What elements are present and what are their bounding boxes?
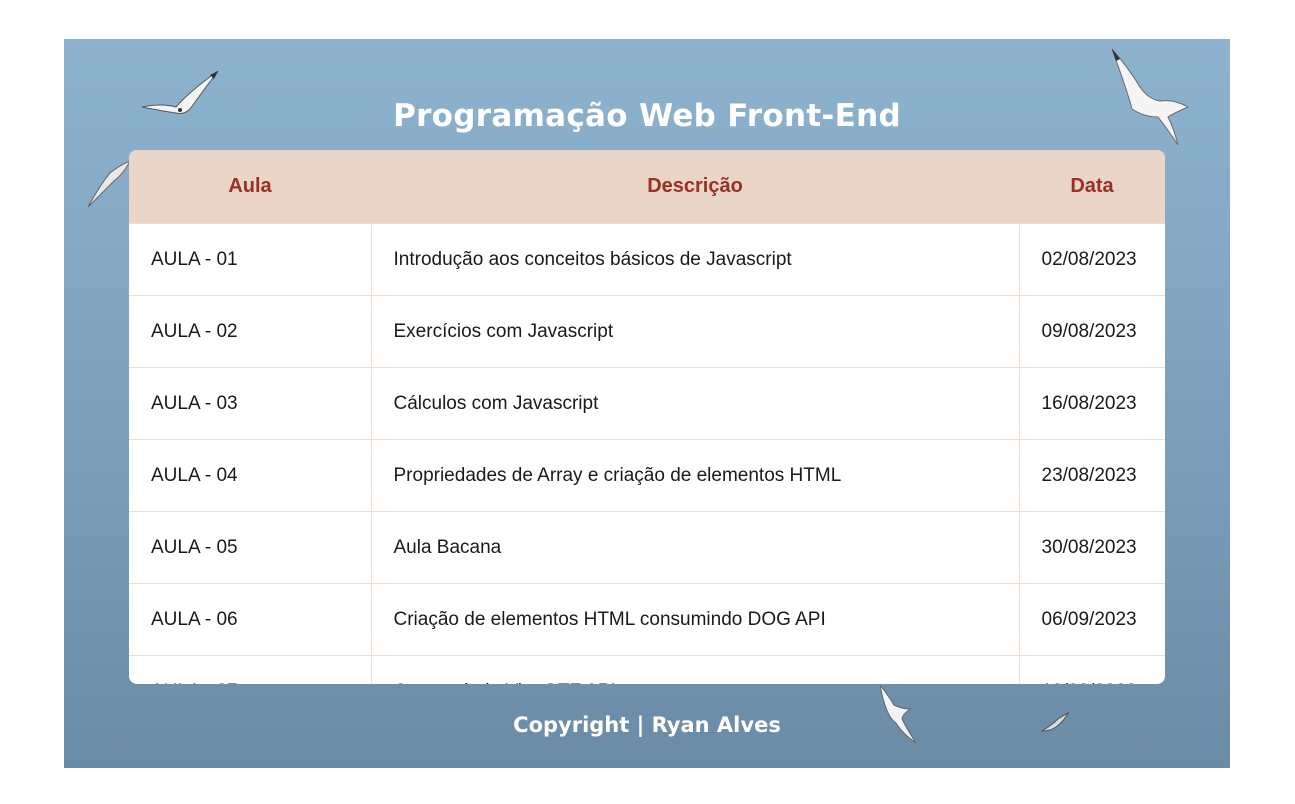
- cell-aula: AULA - 06: [129, 583, 371, 656]
- cell-aula: AULA - 02: [129, 295, 371, 368]
- cell-descricao: Exercícios com Javascript: [370, 295, 1019, 368]
- page-title: Programação Web Front-End: [393, 97, 901, 134]
- column-header-aula: Aula: [129, 150, 371, 224]
- lessons-table: Aula Descrição Data AULA - 01 Introdução…: [129, 150, 1165, 684]
- cell-data: 13/09/2023: [1018, 655, 1165, 684]
- cell-data: 06/09/2023: [1018, 583, 1165, 656]
- page-frame: Programação Web Front-End Aula Descrição…: [64, 39, 1230, 768]
- cell-descricao: Aula Bacana: [370, 511, 1019, 584]
- column-header-descricao: Descrição: [371, 150, 1019, 224]
- cell-descricao: Cálculos com Javascript: [370, 367, 1019, 440]
- cell-aula: AULA - 05: [129, 511, 371, 584]
- cell-aula: AULA - 03: [129, 367, 371, 440]
- footer-copyright: Copyright | Ryan Alves: [513, 713, 781, 737]
- cell-data: 16/08/2023: [1018, 367, 1165, 440]
- cell-aula: AULA - 04: [129, 439, 371, 512]
- cell-descricao: Consumindo Vi... GTF API: [370, 655, 1019, 684]
- cell-descricao: Propriedades de Array e criação de eleme…: [370, 439, 1019, 512]
- cell-aula: AULA - 07: [129, 655, 371, 684]
- table-row: AULA - 05 Aula Bacana 30/08/2023: [129, 511, 1165, 584]
- table-row: AULA - 01 Introdução aos conceitos básic…: [129, 223, 1165, 296]
- table-row: AULA - 02 Exercícios com Javascript 09/0…: [129, 295, 1165, 368]
- cell-data: 23/08/2023: [1018, 439, 1165, 512]
- table-header-row: Aula Descrição Data: [129, 150, 1165, 224]
- cell-data: 30/08/2023: [1018, 511, 1165, 584]
- table-row: AULA - 04 Propriedades de Array e criaçã…: [129, 439, 1165, 512]
- table-row: AULA - 03 Cálculos com Javascript 16/08/…: [129, 367, 1165, 440]
- cell-descricao: Criação de elementos HTML consumindo DOG…: [370, 583, 1019, 656]
- table-row: AULA - 06 Criação de elementos HTML cons…: [129, 583, 1165, 656]
- cell-data: 09/08/2023: [1018, 295, 1165, 368]
- seagull-icon: [87, 160, 132, 208]
- column-header-data: Data: [1019, 150, 1165, 224]
- cell-descricao: Introdução aos conceitos básicos de Java…: [370, 223, 1019, 296]
- cell-data: 02/08/2023: [1018, 223, 1165, 296]
- lessons-table-container[interactable]: Aula Descrição Data AULA - 01 Introdução…: [129, 150, 1165, 684]
- cell-aula: AULA - 01: [129, 223, 371, 296]
- table-row: AULA - 07 Consumindo Vi... GTF API 13/09…: [129, 655, 1165, 684]
